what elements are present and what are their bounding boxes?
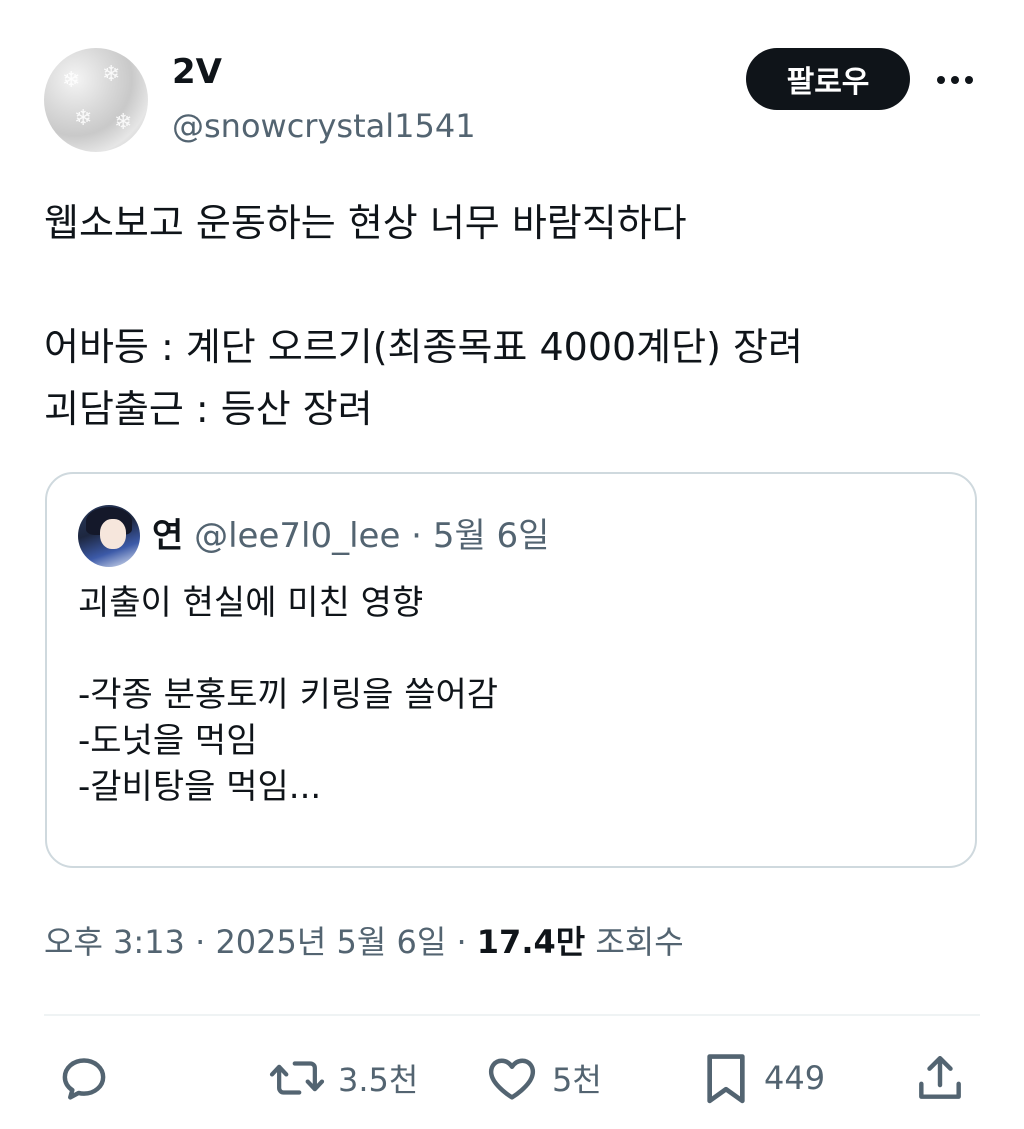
- separator-dot: ·: [184, 923, 216, 961]
- post-time[interactable]: 오후 3:13: [44, 923, 185, 961]
- like-icon: [488, 1058, 536, 1100]
- like-button[interactable]: 5천: [484, 1050, 602, 1106]
- reply-button[interactable]: [56, 1050, 124, 1106]
- post-text: 웹소보고 운동하는 현상 너무 바람직하다 어바등 : 계단 오르기(최종목표 …: [44, 201, 803, 431]
- views-label: 조회수: [595, 923, 684, 961]
- separator-dot: ·: [446, 923, 477, 961]
- share-button[interactable]: [912, 1050, 968, 1106]
- quoted-author-handle[interactable]: @lee7l0_lee: [194, 516, 400, 556]
- quoted-post-header: 연 @lee7l0_lee · 5월 6일: [152, 512, 549, 560]
- retweet-button[interactable]: 3.5천: [268, 1050, 418, 1106]
- views-count: 17.4만: [476, 923, 586, 961]
- bookmark-button[interactable]: 449: [700, 1050, 825, 1106]
- post-date[interactable]: 2025년 5월 6일: [215, 923, 446, 961]
- quoted-post-text: 괴출이 현실에 미친 영향 -각종 분홍토끼 키링을 쓸어감 -도넛을 먹임 -…: [78, 583, 499, 807]
- author-handle[interactable]: @snowcrystal1541: [172, 106, 476, 146]
- snowflake-icon: ❄: [114, 110, 133, 135]
- follow-button[interactable]: 팔로우: [746, 48, 910, 110]
- bookmark-icon: [707, 1054, 745, 1104]
- like-count: 5천: [552, 1061, 602, 1099]
- quoted-author-avatar[interactable]: [78, 505, 140, 567]
- snowflake-icon: ❄: [62, 68, 81, 93]
- divider: [44, 1014, 980, 1016]
- snowflake-icon: ❄: [102, 62, 121, 87]
- author-avatar[interactable]: ❄ ❄ ❄ ❄: [44, 48, 148, 152]
- quoted-post-date[interactable]: 5월 6일: [433, 516, 550, 556]
- reply-icon: [62, 1058, 106, 1100]
- author-display-name[interactable]: 2V: [172, 52, 222, 92]
- snowflake-icon: ❄: [74, 106, 93, 131]
- separator-dot: ·: [400, 516, 433, 556]
- bookmark-count: 449: [764, 1059, 826, 1097]
- retweet-icon: [269, 1061, 325, 1095]
- post-metadata: 오후 3:13 · 2025년 5월 6일 · 17.4만 조회수: [44, 918, 684, 966]
- retweet-count: 3.5천: [338, 1061, 419, 1099]
- share-icon: [919, 1055, 961, 1099]
- more-icon[interactable]: [930, 62, 980, 98]
- quoted-author-name[interactable]: 연: [152, 516, 183, 556]
